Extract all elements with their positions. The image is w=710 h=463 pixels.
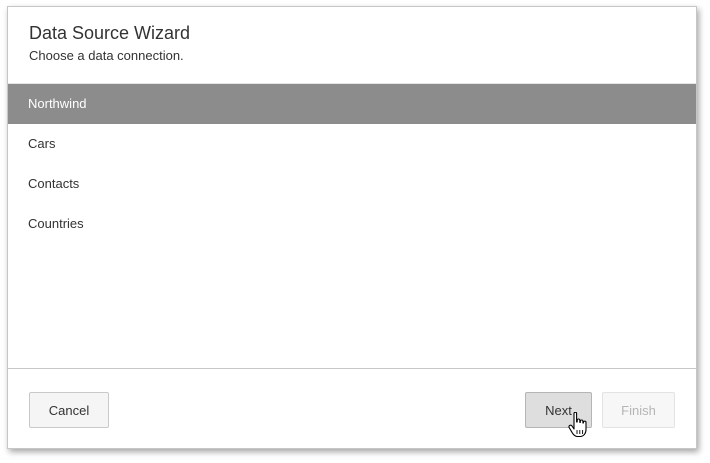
data-source-wizard-dialog: Data Source Wizard Choose a data connect… bbox=[7, 6, 697, 449]
dialog-title: Data Source Wizard bbox=[29, 23, 191, 43]
dialog-footer: Cancel Next Finish bbox=[8, 368, 696, 450]
list-item-countries[interactable]: Countries bbox=[8, 204, 696, 244]
list-item-label: Contacts bbox=[28, 176, 80, 191]
next-button[interactable]: Next bbox=[525, 392, 592, 428]
list-item-label: Cars bbox=[28, 136, 56, 151]
dialog-header: Data Source Wizard Choose a data connect… bbox=[8, 7, 696, 83]
list-item-contacts[interactable]: Contacts bbox=[8, 164, 696, 204]
list-item-label: Countries bbox=[28, 216, 84, 231]
list-item-northwind[interactable]: Northwind bbox=[8, 84, 696, 124]
cancel-button[interactable]: Cancel bbox=[29, 392, 109, 428]
list-item-label: Northwind bbox=[28, 96, 87, 111]
finish-button: Finish bbox=[602, 392, 675, 428]
connection-list: Northwind Cars Contacts Countries bbox=[8, 83, 696, 368]
dialog-subtitle: Choose a data connection. bbox=[29, 48, 184, 63]
list-item-cars[interactable]: Cars bbox=[8, 124, 696, 164]
